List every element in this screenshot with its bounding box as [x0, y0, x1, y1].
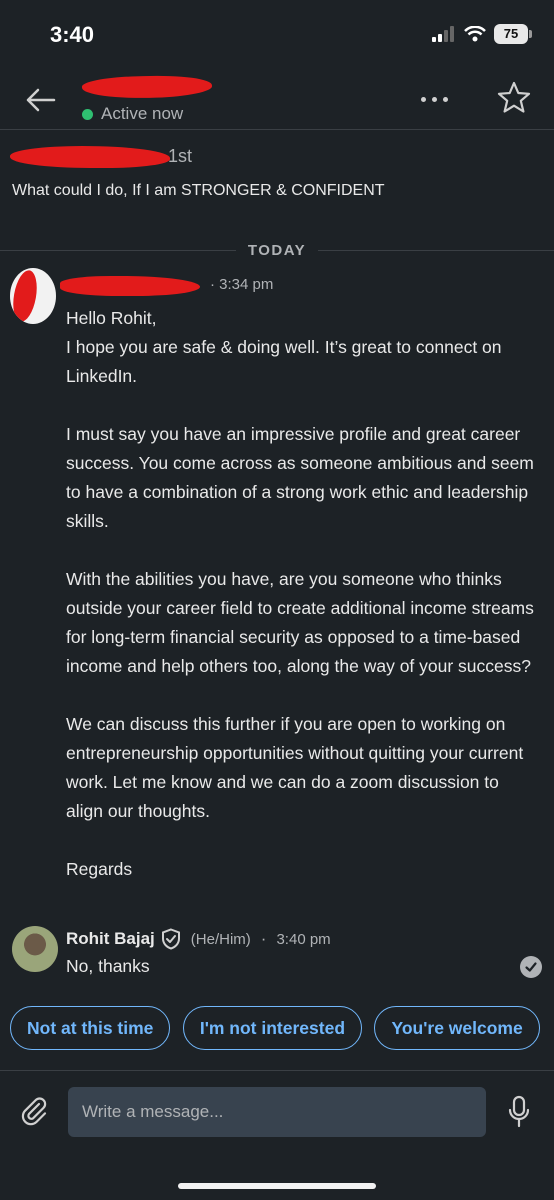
connection-degree: 1st	[168, 146, 193, 166]
suggested-reply-chip[interactable]: Not at this time	[10, 1006, 171, 1050]
message-paragraph: I hope you are safe & doing well. It’s g…	[66, 337, 502, 386]
home-indicator[interactable]	[178, 1183, 376, 1189]
wifi-icon	[464, 26, 486, 42]
message-composer	[0, 1070, 554, 1200]
suggested-reply-chip[interactable]: I'm not interested	[182, 1006, 363, 1050]
profile-name-redacted	[10, 146, 170, 168]
divider-line	[0, 249, 236, 251]
sender-name-redacted[interactable]	[60, 276, 200, 296]
more-icon[interactable]	[414, 82, 454, 116]
separator-dot: ·	[260, 929, 267, 948]
verified-shield-icon	[161, 928, 180, 950]
suggested-replies: Not at this time I'm not interested You'…	[10, 1006, 554, 1052]
message-timestamp: · 3:34 pm	[210, 276, 274, 293]
date-divider: TODAY	[0, 238, 554, 262]
star-icon[interactable]	[496, 80, 532, 116]
reply-pronouns: (He/Him)	[190, 930, 251, 948]
message-paragraph: We can discuss this further if you are o…	[66, 714, 524, 821]
presence-label: Active now	[101, 104, 184, 123]
status-bar: 3:40 75	[0, 0, 554, 70]
profile-headline: What could I do, If I am STRONGER & CONF…	[12, 182, 385, 199]
read-check-icon	[520, 956, 542, 978]
contact-name-redacted[interactable]	[81, 73, 213, 101]
battery-indicator: 75	[494, 24, 532, 44]
signal-icon	[432, 26, 454, 42]
sender-avatar[interactable]	[10, 268, 56, 324]
message-paragraph: Hello Rohit,	[66, 308, 157, 328]
reply-header: Rohit Bajaj (He/Him) · 3:40 pm	[66, 928, 331, 950]
reply-text: No, thanks	[66, 956, 150, 976]
back-arrow-icon[interactable]	[20, 80, 60, 120]
date-divider-label: TODAY	[247, 241, 307, 259]
avatar[interactable]	[12, 926, 58, 972]
suggested-reply-chip[interactable]: You're welcome	[374, 1006, 540, 1050]
message-body: Hello Rohit, I hope you are safe & doing…	[66, 304, 536, 884]
message-paragraph: With the abilities you have, are you som…	[66, 569, 534, 676]
status-icons: 75	[432, 24, 532, 44]
reply-timestamp: 3:40 pm	[276, 930, 331, 948]
status-time: 3:40	[50, 22, 95, 47]
reply-sender-name[interactable]: Rohit Bajaj	[66, 929, 155, 949]
conversation-header: Active now	[0, 70, 554, 130]
presence-status: Active now	[82, 104, 183, 124]
divider-line	[318, 249, 554, 251]
message-paragraph: I must say you have an impressive profil…	[66, 424, 534, 531]
microphone-icon[interactable]	[506, 1095, 532, 1129]
paperclip-icon[interactable]	[18, 1095, 50, 1127]
message-input[interactable]	[68, 1087, 486, 1137]
profile-summary[interactable]: 1st What could I do, If I am STRONGER & …	[0, 140, 554, 250]
online-dot-icon	[82, 108, 93, 120]
message-paragraph: Regards	[66, 859, 133, 879]
